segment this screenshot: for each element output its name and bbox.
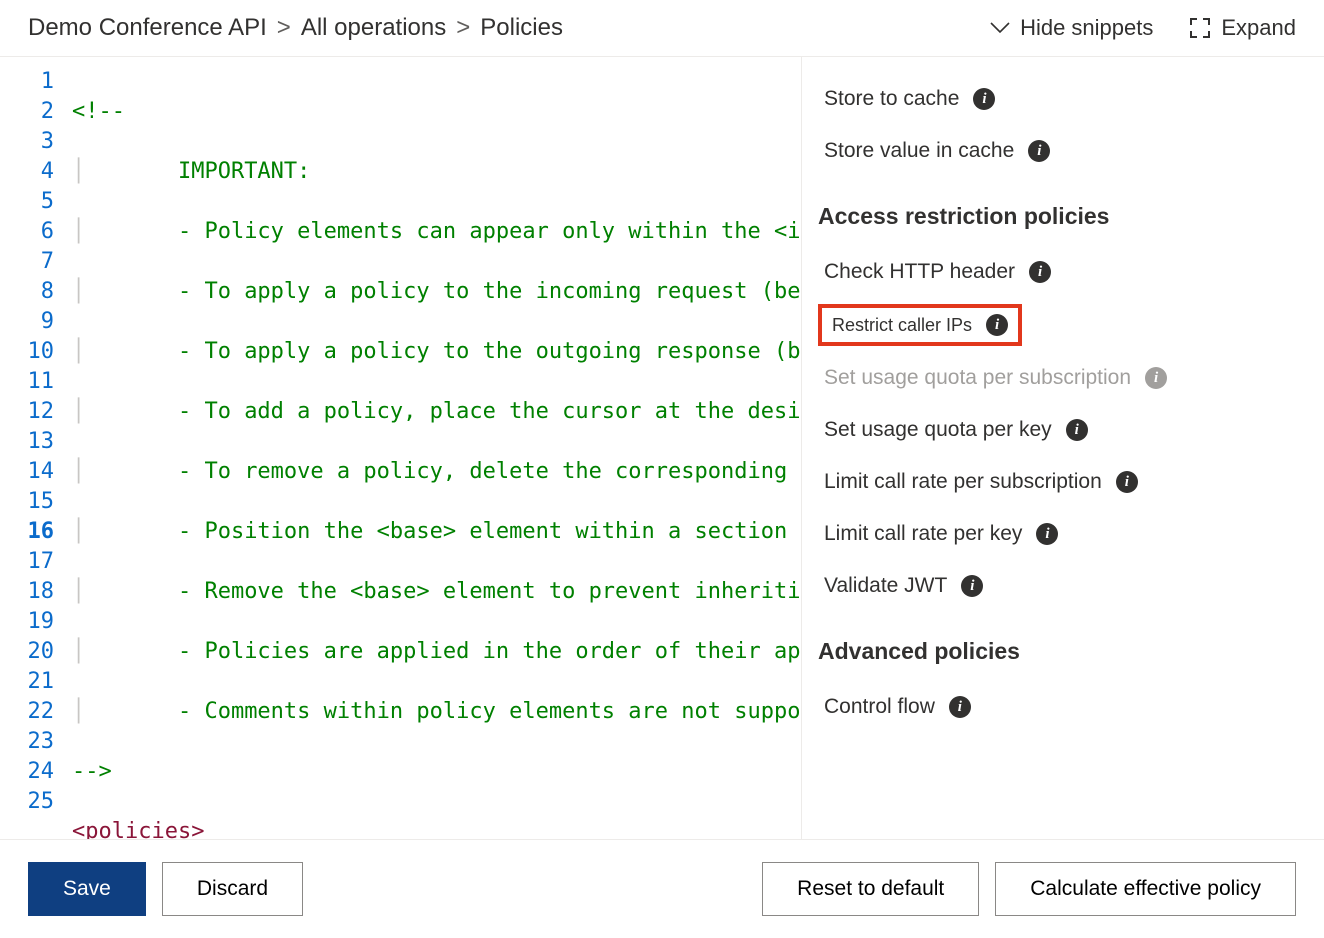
line-number: 22 [0,697,54,727]
line-number: 12 [0,397,54,427]
expand-label: Expand [1221,15,1296,41]
line-number: 18 [0,577,54,607]
info-icon[interactable]: i [1028,140,1050,162]
line-number: 17 [0,547,54,577]
info-icon[interactable]: i [961,575,983,597]
line-number: 8 [0,277,54,307]
line-number-gutter: 1234567891011121314151617181920212223242… [0,57,72,839]
expand-button[interactable]: Expand [1189,15,1296,41]
snippet-item: Set usage quota per subscription i [818,352,1300,404]
snippet-item[interactable]: Limit call rate per subscription i [818,456,1300,508]
calculate-effective-policy-button[interactable]: Calculate effective policy [995,862,1296,916]
line-number: 5 [0,187,54,217]
line-number: 7 [0,247,54,277]
snippet-item[interactable]: Store value in cache i [818,125,1300,177]
line-number: 25 [0,787,54,817]
info-icon[interactable]: i [986,314,1008,336]
snippet-group-access-restriction: Access restriction policies [818,177,1300,246]
info-icon[interactable]: i [973,88,995,110]
breadcrumb: Demo Conference API > All operations > P… [28,14,563,42]
snippet-item-label: Store value in cache [824,139,1014,163]
discard-button[interactable]: Discard [162,862,303,916]
breadcrumb-item-policies: Policies [480,14,563,42]
line-number: 15 [0,487,54,517]
snippet-item-label: Restrict caller IPs [832,315,972,336]
line-number: 6 [0,217,54,247]
snippet-item-label: Validate JWT [824,574,947,598]
info-icon[interactable]: i [1066,419,1088,441]
code-editor[interactable]: 1234567891011121314151617181920212223242… [0,57,802,839]
line-number: 23 [0,727,54,757]
save-button[interactable]: Save [28,862,146,916]
snippet-item-label: Set usage quota per key [824,418,1052,442]
snippet-item-label: Control flow [824,695,935,719]
snippet-item[interactable]: Set usage quota per key i [818,404,1300,456]
breadcrumb-separator: > [277,14,291,42]
line-number: 9 [0,307,54,337]
code-area[interactable]: <!-- │ IMPORTANT: │ - Policy elements ca… [72,57,801,839]
snippets-panel: Store to cache i Store value in cache i Acc… [802,57,1324,839]
snippet-item-label: Check HTTP header [824,260,1015,284]
line-number: 14 [0,457,54,487]
snippet-item-label: Store to cache [824,87,959,111]
line-number: 24 [0,757,54,787]
header-actions: Hide snippets Expand [990,15,1296,41]
main-content: 1234567891011121314151617181920212223242… [0,57,1324,839]
hide-snippets-label: Hide snippets [1020,15,1153,41]
page-header: Demo Conference API > All operations > P… [0,0,1324,57]
snippet-item-label: Limit call rate per key [824,522,1022,546]
breadcrumb-item-operations[interactable]: All operations [301,14,446,42]
line-number: 1 [0,67,54,97]
line-number: 16 [0,517,54,547]
highlighted-snippet[interactable]: Restrict caller IPs i [818,304,1022,346]
info-icon[interactable]: i [1036,523,1058,545]
chevron-down-icon [990,22,1010,34]
breadcrumb-separator: > [456,14,470,42]
info-icon[interactable]: i [1116,471,1138,493]
footer-toolbar: Save Discard Reset to default Calculate … [0,839,1324,938]
line-number: 20 [0,637,54,667]
breadcrumb-item-api[interactable]: Demo Conference API [28,14,267,42]
expand-icon [1189,17,1211,39]
line-number: 13 [0,427,54,457]
line-number: 2 [0,97,54,127]
snippet-item[interactable]: Control flow i [818,681,1300,733]
info-icon[interactable]: i [1029,261,1051,283]
line-number: 11 [0,367,54,397]
line-number: 10 [0,337,54,367]
snippet-item[interactable]: Check HTTP header i [818,246,1300,298]
line-number: 3 [0,127,54,157]
snippet-item[interactable]: Store to cache i [818,73,1300,125]
info-icon[interactable]: i [949,696,971,718]
snippet-item[interactable]: Validate JWT i [818,560,1300,612]
info-icon[interactable]: i [1145,367,1167,389]
line-number: 19 [0,607,54,637]
snippet-item[interactable]: Limit call rate per key i [818,508,1300,560]
hide-snippets-button[interactable]: Hide snippets [990,15,1153,41]
snippet-item-label: Set usage quota per subscription [824,366,1131,390]
snippet-item-label: Limit call rate per subscription [824,470,1102,494]
snippet-group-advanced: Advanced policies [818,612,1300,681]
reset-to-default-button[interactable]: Reset to default [762,862,979,916]
line-number: 4 [0,157,54,187]
line-number: 21 [0,667,54,697]
